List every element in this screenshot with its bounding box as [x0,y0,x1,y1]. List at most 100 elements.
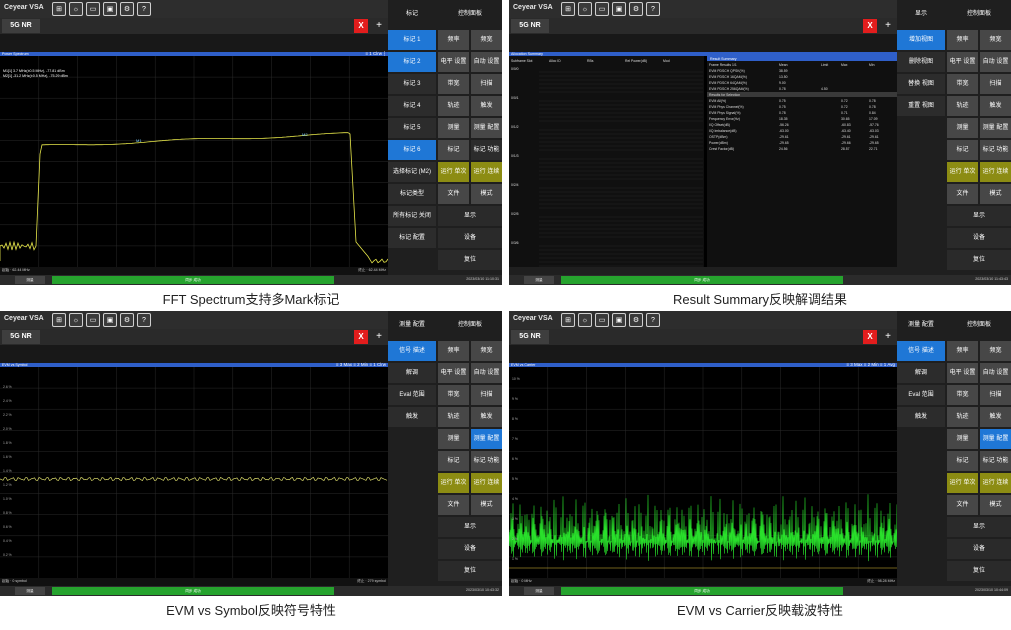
windows-icon[interactable]: ⊞ [561,2,575,16]
softkey-right[interactable]: 频率 [438,30,469,50]
softkey-right2[interactable]: 触发 [980,96,1011,116]
softkey-right[interactable]: 运行 单次 [438,473,469,493]
softkey-right2[interactable]: 标记 功能 [471,140,502,160]
gear-icon[interactable]: ⚙ [629,313,643,327]
softkey-right[interactable]: 显示 [947,517,1011,537]
save-icon[interactable]: ▣ [612,313,626,327]
folder-icon[interactable]: ▭ [86,313,100,327]
softkey-right[interactable]: 文件 [947,495,978,515]
windows-icon[interactable]: ⊞ [52,2,66,16]
softkey-right[interactable]: 电平 设置 [438,52,469,72]
status-tab[interactable]: 测量 [15,276,45,284]
status-tab[interactable]: 测量 [524,587,554,595]
bulb-icon[interactable]: ☼ [578,313,592,327]
folder-icon[interactable]: ▭ [86,2,100,16]
softkey-right2[interactable]: 自动 设置 [980,52,1011,72]
softkey-right2[interactable]: 标记 功能 [980,451,1011,471]
softkey-right2[interactable]: 触发 [471,407,502,427]
softkey-right[interactable]: 频率 [438,341,469,361]
softkey-right2[interactable]: 运行 连续 [471,473,502,493]
save-icon[interactable]: ▣ [103,313,117,327]
softkey-left[interactable]: 信号 描述 [388,341,436,361]
softkey-right[interactable]: 运行 单次 [947,162,978,182]
softkey-right[interactable]: 运行 单次 [438,162,469,182]
windows-icon[interactable]: ⊞ [561,313,575,327]
softkey-left[interactable]: 标记 配置 [388,228,436,248]
softkey-right[interactable]: 轨迹 [438,96,469,116]
softkey-right[interactable]: 复位 [947,250,1011,270]
mode-tab[interactable]: 5G NR [511,330,549,344]
save-icon[interactable]: ▣ [103,2,117,16]
close-button[interactable]: X [354,19,368,33]
softkey-right2[interactable]: 自动 设置 [980,363,1011,383]
softkey-right2[interactable]: 扫描 [471,385,502,405]
help-icon[interactable]: ? [137,313,151,327]
softkey-right[interactable]: 设备 [438,228,502,248]
softkey-right2[interactable]: 标记 功能 [980,140,1011,160]
softkey-right[interactable]: 显示 [438,517,502,537]
mode-tab[interactable]: 5G NR [511,19,549,33]
softkey-right[interactable]: 显示 [947,206,1011,226]
softkey-right[interactable]: 测量 [947,118,978,138]
softkey-right[interactable]: 文件 [438,184,469,204]
softkey-right[interactable]: 标记 [438,451,469,471]
softkey-right[interactable]: 设备 [947,228,1011,248]
softkey-left[interactable]: 信号 描述 [897,341,945,361]
softkey-right[interactable]: 复位 [438,561,502,581]
softkey-right[interactable]: 测量 [438,118,469,138]
softkey-right[interactable]: 设备 [438,539,502,559]
softkey-right2[interactable]: 标记 功能 [471,451,502,471]
softkey-right[interactable]: 电平 设置 [947,52,978,72]
help-icon[interactable]: ? [137,2,151,16]
softkey-right2[interactable]: 扫描 [980,385,1011,405]
softkey-left[interactable]: 替换 视图 [897,74,945,94]
softkey-left[interactable]: 重置 视图 [897,96,945,116]
softkey-right[interactable]: 运行 单次 [947,473,978,493]
softkey-right2[interactable]: 扫描 [980,74,1011,94]
gear-icon[interactable]: ⚙ [629,2,643,16]
softkey-right2[interactable]: 测量 配置 [471,118,502,138]
softkey-right[interactable]: 频率 [947,341,978,361]
softkey-right[interactable]: 复位 [438,250,502,270]
close-button[interactable]: X [863,330,877,344]
softkey-right2[interactable]: 运行 连续 [980,473,1011,493]
mode-tab[interactable]: 5G NR [2,19,40,33]
softkey-left[interactable]: Eval 范围 [388,385,436,405]
softkey-right[interactable]: 带宽 [438,74,469,94]
softkey-right[interactable]: 频率 [947,30,978,50]
help-icon[interactable]: ? [646,2,660,16]
softkey-right[interactable]: 带宽 [438,385,469,405]
softkey-right[interactable]: 电平 设置 [438,363,469,383]
bulb-icon[interactable]: ☼ [69,313,83,327]
gear-icon[interactable]: ⚙ [120,313,134,327]
softkey-left[interactable]: 删除视图 [897,52,945,72]
close-button[interactable]: X [863,19,877,33]
add-tab-button[interactable]: + [372,330,386,344]
softkey-left[interactable]: 选择标记 (M2) [388,162,436,182]
softkey-right2[interactable]: 测量 配置 [980,429,1011,449]
softkey-left[interactable]: 标记 1 [388,30,436,50]
softkey-left[interactable]: 所有标记 关闭 [388,206,436,226]
softkey-right2[interactable]: 模式 [980,495,1011,515]
windows-icon[interactable]: ⊞ [52,313,66,327]
softkey-right2[interactable]: 测量 配置 [980,118,1011,138]
folder-icon[interactable]: ▭ [595,2,609,16]
softkey-right[interactable]: 标记 [947,140,978,160]
softkey-right2[interactable]: 自动 设置 [471,363,502,383]
softkey-left[interactable]: 标记 4 [388,96,436,116]
softkey-right[interactable]: 复位 [947,561,1011,581]
add-tab-button[interactable]: + [372,19,386,33]
softkey-right2[interactable]: 频宽 [471,30,502,50]
softkey-right[interactable]: 文件 [438,495,469,515]
softkey-right2[interactable]: 频宽 [980,30,1011,50]
softkey-right[interactable]: 带宽 [947,385,978,405]
softkey-right2[interactable]: 测量 配置 [471,429,502,449]
gear-icon[interactable]: ⚙ [120,2,134,16]
softkey-right[interactable]: 轨迹 [947,407,978,427]
add-tab-button[interactable]: + [881,19,895,33]
softkey-right[interactable]: 轨迹 [438,407,469,427]
softkey-left[interactable]: 触发 [388,407,436,427]
bulb-icon[interactable]: ☼ [578,2,592,16]
softkey-right[interactable]: 显示 [438,206,502,226]
softkey-right[interactable]: 设备 [947,539,1011,559]
